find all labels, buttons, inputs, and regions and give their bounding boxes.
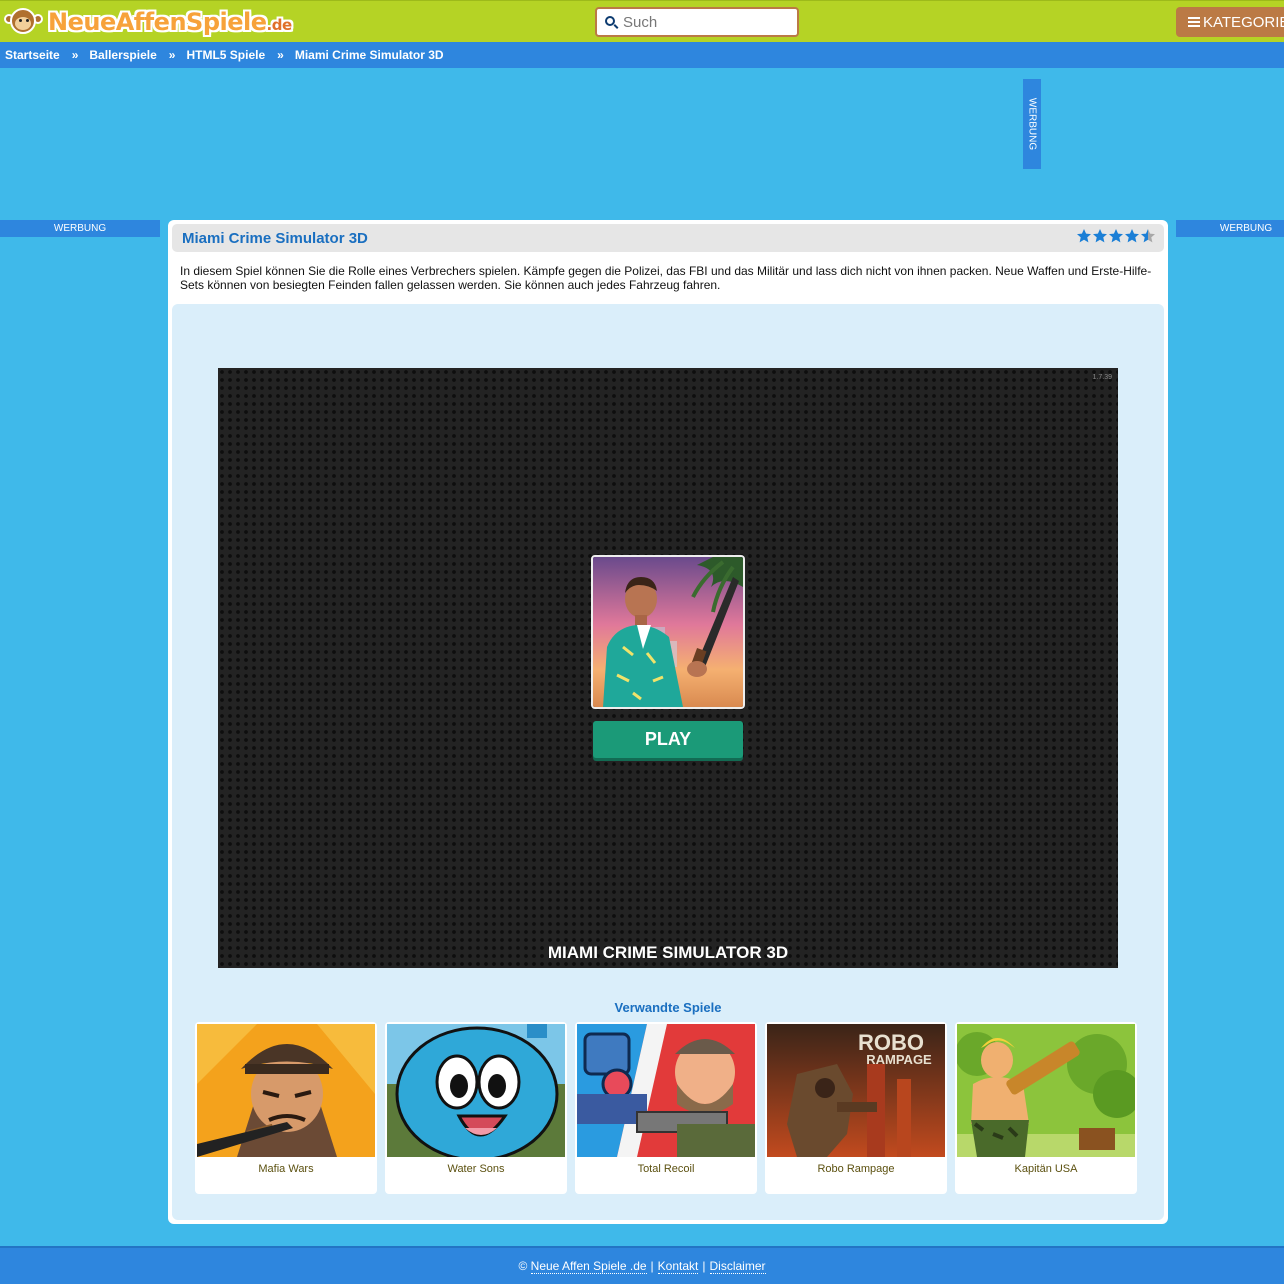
breadcrumb-current-game[interactable]: Miami Crime Simulator 3D <box>295 48 444 62</box>
categories-label: KATEGORIEN <box>1203 13 1284 31</box>
related-game-tile[interactable]: Water Sons <box>385 1022 567 1194</box>
related-game-tile[interactable]: Total Recoil <box>575 1022 757 1194</box>
footer-separator: | <box>650 1259 654 1273</box>
star-half-icon[interactable] <box>1140 228 1156 244</box>
breadcrumb-separator: » <box>277 48 284 62</box>
gangster-with-rifle-illustration <box>593 557 743 707</box>
footer-site-link[interactable]: Neue Affen Spiele .de <box>530 1259 647 1274</box>
search-input[interactable] <box>623 13 783 31</box>
logo-wordmark: NeueAffenSpiele.de <box>48 8 292 36</box>
related-games-list: Mafia Wars Water Sons Total Recoil ROBO … <box>195 1022 1145 1194</box>
game-title-bar: Miami Crime Simulator 3D <box>172 224 1164 252</box>
breadcrumb-html5-spiele[interactable]: HTML5 Spiele <box>186 48 265 62</box>
robot-vs-soldier-illustration <box>577 1024 755 1157</box>
page-footer: © Neue Affen Spiele .de | Kontakt | Disc… <box>0 1246 1284 1284</box>
ad-label-right: WERBUNG <box>1176 220 1284 237</box>
star-full-icon[interactable] <box>1124 228 1140 244</box>
monkey-mascot-icon <box>2 4 48 40</box>
related-game-tile[interactable]: ROBO RAMPAGE Robo Rampage <box>765 1022 947 1194</box>
star-full-icon[interactable] <box>1092 228 1108 244</box>
game-area: 1.7.39 PLAY MIAMI CRIME SIMULATOR 3D Ver… <box>172 304 1164 1220</box>
soldier-with-bazooka-illustration <box>957 1024 1135 1157</box>
game-card: Miami Crime Simulator 3D In diesem Spiel… <box>168 220 1168 1224</box>
related-game-name[interactable]: Kapitän USA <box>955 1163 1137 1175</box>
related-game-name[interactable]: Water Sons <box>385 1163 567 1175</box>
ad-label-vertical: WERBUNG <box>1023 79 1041 169</box>
copyright-symbol: © <box>518 1259 528 1273</box>
star-full-icon[interactable] <box>1108 228 1124 244</box>
water-sons-thumbnail[interactable] <box>387 1024 565 1157</box>
mafia-wars-thumbnail[interactable] <box>197 1024 375 1157</box>
robo-rampage-thumbnail[interactable]: ROBO RAMPAGE <box>767 1024 945 1157</box>
related-game-tile[interactable]: Mafia Wars <box>195 1022 377 1194</box>
svg-text:RAMPAGE: RAMPAGE <box>866 1052 932 1067</box>
related-game-name[interactable]: Total Recoil <box>575 1163 757 1175</box>
star-full-icon[interactable] <box>1076 228 1092 244</box>
game-description: In diesem Spiel können Sie die Rolle ein… <box>180 264 1152 292</box>
related-game-tile[interactable]: Kapitän USA <box>955 1022 1137 1194</box>
breadcrumb-ballerspiele[interactable]: Ballerspiele <box>89 48 156 62</box>
footer-separator: | <box>702 1259 706 1273</box>
breadcrumb-separator: » <box>168 48 176 62</box>
search-box[interactable] <box>595 7 799 37</box>
robot-rampage-illustration: ROBO RAMPAGE <box>767 1024 945 1157</box>
breadcrumb-separator: » <box>71 48 79 62</box>
blue-cartoon-cat-illustration <box>387 1024 565 1157</box>
kapitan-usa-thumbnail[interactable] <box>957 1024 1135 1157</box>
ad-label-left: WERBUNG <box>0 220 160 237</box>
hamburger-menu-icon <box>1188 17 1200 27</box>
categories-button[interactable]: KATEGORIEN <box>1176 7 1284 37</box>
mafia-gangster-illustration <box>197 1024 375 1157</box>
related-game-name[interactable]: Mafia Wars <box>195 1163 377 1175</box>
related-game-name[interactable]: Robo Rampage <box>765 1163 947 1175</box>
star-rating[interactable] <box>1076 228 1156 244</box>
site-logo[interactable]: NeueAffenSpiele.de <box>2 3 292 41</box>
game-title: Miami Crime Simulator 3D <box>182 230 368 247</box>
game-thumbnail[interactable] <box>591 555 745 709</box>
search-icon <box>605 16 615 26</box>
breadcrumb: Startseite » Ballerspiele » HTML5 Spiele… <box>0 42 1284 68</box>
total-recoil-thumbnail[interactable] <box>577 1024 755 1157</box>
game-version: 1.7.39 <box>1092 374 1112 381</box>
footer-disclaimer-link[interactable]: Disclaimer <box>709 1259 766 1274</box>
related-games-heading: Verwandte Spiele <box>614 1000 722 1015</box>
play-button[interactable]: PLAY <box>593 721 743 758</box>
game-canvas[interactable]: 1.7.39 PLAY MIAMI CRIME SIMULATOR 3D <box>218 368 1118 968</box>
footer-contact-link[interactable]: Kontakt <box>657 1259 699 1274</box>
top-header: NeueAffenSpiele.de KATEGORIEN <box>0 0 1284 42</box>
canvas-game-title: MIAMI CRIME SIMULATOR 3D <box>547 943 789 962</box>
breadcrumb-home[interactable]: Startseite <box>5 48 60 62</box>
